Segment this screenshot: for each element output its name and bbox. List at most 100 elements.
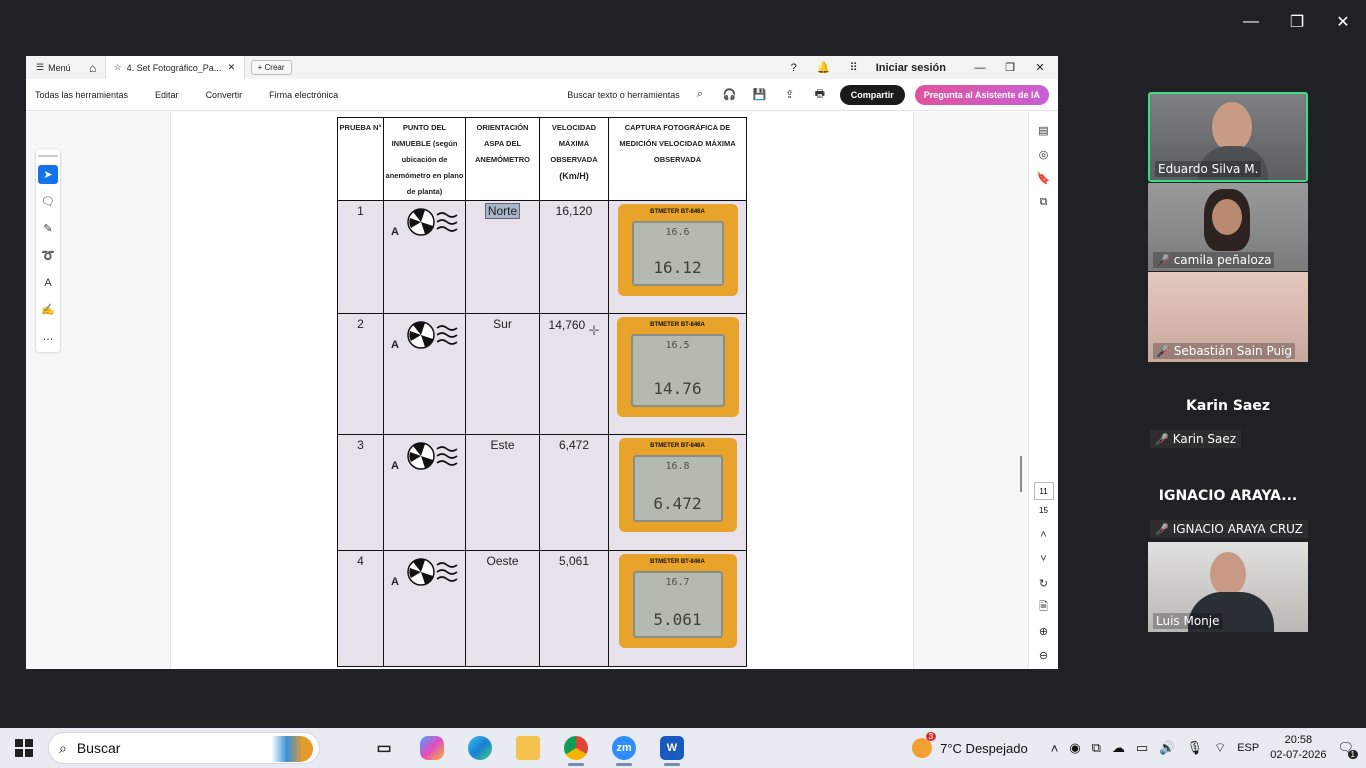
toolbar-convert[interactable]: Convertir — [206, 90, 243, 100]
face-avatar — [1212, 199, 1242, 235]
participant-label: 🎤̸ Sebastián Sain Puig — [1153, 343, 1296, 359]
star-icon[interactable]: ☆ — [114, 62, 122, 73]
record-icon[interactable]: ◉ — [1069, 740, 1080, 756]
document-area[interactable]: ➤ 🗨 ✎ ➰ A ✍ … PRUEBA N° PUNTO DEL INMUEB… — [26, 112, 1058, 669]
search-highlight-image — [261, 736, 313, 762]
toolbar-edit[interactable]: Editar — [155, 90, 179, 100]
more-icon[interactable]: … — [38, 327, 58, 346]
home-icon[interactable]: ⌂ — [81, 56, 105, 79]
minimize-icon[interactable]: — — [970, 62, 990, 74]
zoom-icon[interactable]: zm — [600, 728, 648, 768]
word-icon[interactable]: W — [648, 728, 696, 768]
upload-icon[interactable]: ⇪ — [780, 88, 800, 101]
toolbar-all-tools[interactable]: Todas las herramientas — [35, 90, 128, 100]
refresh-icon[interactable]: ↻ — [1034, 571, 1054, 595]
headphones-icon[interactable]: 🎧 — [720, 88, 740, 101]
cell-orientation: Sur — [465, 313, 540, 435]
clock[interactable]: 20:58 02-07-2026 — [1270, 733, 1326, 763]
cell-speed: 14,760 ✛ — [539, 313, 609, 435]
meter-brand: BTMETER BT-846A — [650, 322, 705, 328]
save-icon[interactable]: 💾 — [750, 88, 770, 101]
taskbar: ⌕ Buscar ▭ zm W 3 7°C Despejado ˄ ◉ ⧉ ☁ … — [0, 728, 1366, 768]
cloud-icon[interactable]: ☁ — [1112, 740, 1125, 756]
copilot-icon[interactable] — [408, 728, 456, 768]
pen-icon[interactable]: ✎ — [38, 219, 58, 238]
close-tab-icon[interactable]: ✕ — [228, 62, 236, 73]
print-icon[interactable]: 🖶 — [810, 85, 830, 104]
point-letter: A — [391, 226, 399, 238]
zoom-out-icon[interactable]: ⊖ — [1034, 643, 1054, 667]
point-letter: A — [391, 339, 399, 351]
zoom-in-icon[interactable]: ⊕ — [1034, 619, 1054, 643]
cursor-icon[interactable]: ➤ — [38, 165, 58, 184]
participant-tile-sebastian[interactable]: 🎤̸ Sebastián Sain Puig — [1148, 272, 1308, 362]
task-view-icon[interactable]: ▭ — [360, 728, 408, 768]
ai-assistant-button[interactable]: Pregunta al Asistente de IA — [914, 84, 1049, 105]
search-tools-label[interactable]: Buscar texto o herramientas — [567, 90, 680, 100]
point-letter: A — [391, 460, 399, 472]
meter-brand: BTMETER BT-846A — [650, 443, 705, 449]
close-button[interactable]: ✕ — [1320, 0, 1366, 44]
sign-icon[interactable]: ✍ — [38, 300, 58, 319]
taskbar-search[interactable]: ⌕ Buscar — [48, 732, 320, 764]
participant-pill-karin[interactable]: 🎤̸ Karin Saez — [1150, 430, 1242, 448]
current-page-field[interactable]: 11 — [1033, 482, 1054, 500]
help-icon[interactable]: ? — [784, 62, 804, 74]
minimize-button[interactable]: — — [1228, 0, 1274, 44]
page-fit-icon[interactable]: 🗎 — [1034, 595, 1054, 619]
restore-icon[interactable]: ❐ — [1000, 61, 1020, 74]
face-avatar — [1212, 102, 1252, 152]
header-test-number: PRUEBA N° — [337, 117, 384, 201]
participant-tile-camila[interactable]: 🎤̸ camila peñaloza — [1148, 183, 1308, 271]
document-tab[interactable]: ☆ 4. Set Fotográfico_Pa... ✕ — [104, 56, 245, 79]
wifi-icon[interactable]: ⌔ — [1214, 740, 1226, 756]
header-orientation: ORIENTACIÓN ASPA DEL ANEMÓMETRO — [465, 117, 540, 201]
anemometer-icon: A — [390, 556, 465, 594]
toolbar-esign[interactable]: Firma electrónica — [269, 90, 338, 100]
battery-icon[interactable]: ▭ — [1136, 740, 1148, 756]
notification-icon[interactable]: 🗨 1 — [1337, 740, 1358, 759]
chevron-up-icon[interactable]: ˄ — [1051, 741, 1059, 756]
mic-icon[interactable]: 🎙 — [1186, 740, 1203, 756]
restore-button[interactable]: ❐ — [1274, 0, 1320, 44]
participant-tile-luis[interactable]: Luis Monje — [1148, 542, 1308, 632]
language-indicator[interactable]: ESP — [1237, 742, 1259, 754]
participant-tile-eduardo[interactable]: Eduardo Silva M. — [1148, 92, 1308, 182]
left-tool-panel: ➤ 🗨 ✎ ➰ A ✍ … — [35, 148, 61, 353]
scrollbar-thumb[interactable] — [1020, 456, 1022, 492]
volume-icon[interactable]: 🔊 — [1159, 740, 1175, 756]
comments-panel-icon[interactable]: ◎ — [1034, 142, 1054, 166]
header-photo: CAPTURA FOTOGRÁFICA DE MEDICIÓN VELOCIDA… — [608, 117, 747, 201]
copy-pages-icon[interactable]: ⧉ — [1034, 190, 1054, 214]
share-button[interactable]: Compartir — [839, 84, 905, 105]
search-icon: ⌕ — [59, 739, 67, 756]
file-explorer-icon[interactable] — [504, 728, 552, 768]
bell-icon[interactable]: 🔔 — [814, 61, 834, 74]
participant-pill-ignacio[interactable]: 🎤̸ IGNACIO ARAYA CRUZ — [1150, 520, 1308, 538]
windows-icon — [15, 739, 33, 757]
chevron-up-icon[interactable]: ˄ — [1034, 523, 1054, 547]
mic-off-icon: 🎤̸ — [1156, 344, 1170, 358]
header-speed: VELOCIDAD MÁXIMA OBSERVADA (Km/H) — [539, 117, 609, 201]
close-icon[interactable]: ✕ — [1030, 61, 1050, 74]
chrome-icon[interactable] — [552, 728, 600, 768]
window-controls: — ❐ ✕ — [1228, 0, 1366, 44]
ai-summary-icon[interactable]: ▤ — [1034, 118, 1054, 142]
apps-grid-icon[interactable]: ⠿ — [844, 61, 864, 74]
start-button[interactable] — [0, 739, 48, 757]
camera-icon[interactable]: ⧉ — [1092, 740, 1101, 756]
create-button[interactable]: + Crear — [250, 60, 292, 75]
edge-icon[interactable] — [456, 728, 504, 768]
meter-small-reading: 16.5 — [665, 340, 690, 351]
text-box-icon[interactable]: A — [38, 273, 58, 292]
search-icon[interactable]: ⌕ — [690, 88, 710, 101]
comment-icon[interactable]: 🗨 — [38, 192, 58, 211]
login-button[interactable]: Iniciar sesión — [876, 62, 946, 74]
chevron-down-icon[interactable]: ˅ — [1034, 547, 1054, 571]
bookmark-icon[interactable]: 🔖 — [1034, 166, 1054, 190]
panel-handle[interactable] — [38, 155, 58, 157]
lasso-icon[interactable]: ➰ — [38, 246, 58, 265]
menu-label: Menú — [48, 62, 71, 73]
menu-button[interactable]: ☰ Menú — [26, 56, 81, 79]
weather-widget[interactable]: 3 7°C Despejado — [912, 732, 1028, 758]
